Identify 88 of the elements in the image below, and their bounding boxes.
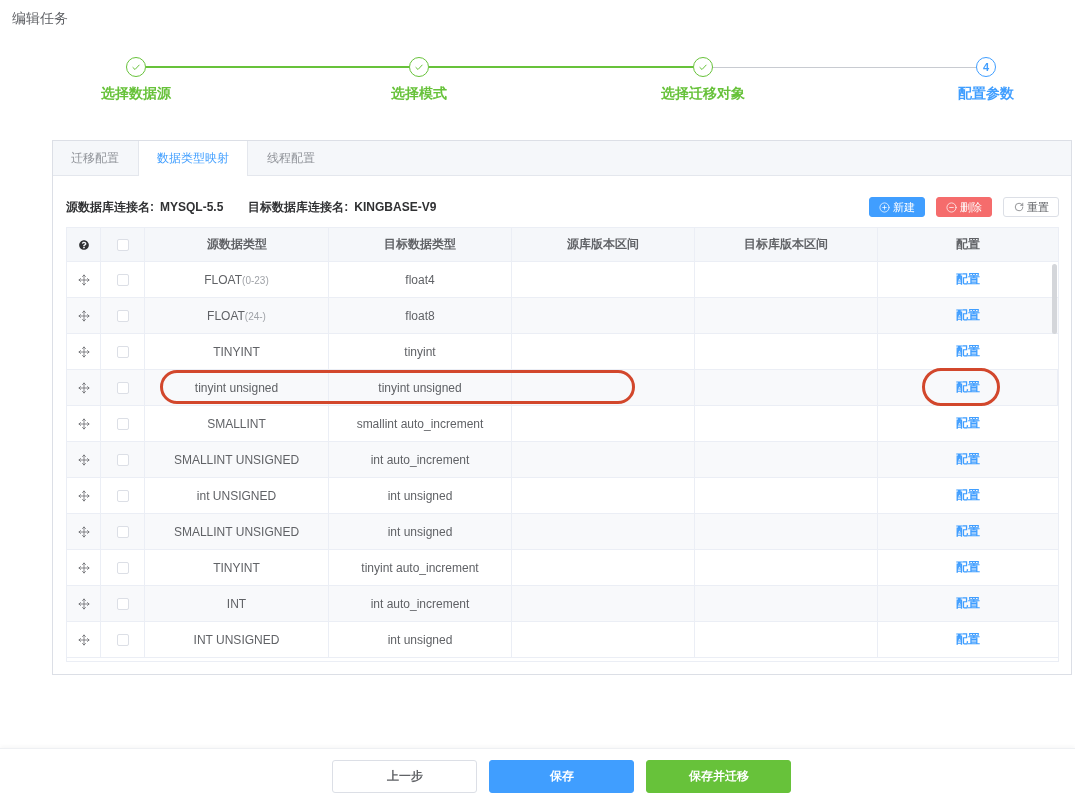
column-header: 目标库版本区间	[695, 228, 878, 261]
move-icon[interactable]	[77, 525, 90, 538]
step-label: 选择数据源	[101, 85, 171, 101]
table-cell: tinyint	[404, 344, 436, 359]
scrollbar-thumb[interactable]	[1052, 264, 1057, 334]
checkbox[interactable]	[116, 345, 129, 358]
table-cell: INT UNSIGNED	[193, 632, 280, 647]
tab[interactable]: 数据类型映射	[138, 141, 248, 176]
minus-circle-icon	[946, 201, 957, 213]
move-icon[interactable]	[77, 561, 90, 574]
checkbox[interactable]	[116, 273, 129, 286]
reset-button[interactable]: 重置	[1003, 197, 1059, 217]
table-cell: float8	[405, 308, 435, 323]
connection-name: KINGBASE-V9	[354, 200, 437, 214]
refresh-icon	[1013, 202, 1024, 212]
table-cell: FLOAT(0-23)	[204, 272, 269, 287]
help-icon[interactable]	[78, 239, 89, 250]
table-cell: FLOAT(24-)	[207, 308, 266, 323]
column-header: 目标数据类型	[329, 228, 512, 261]
step-label: 选择迁移对象	[660, 85, 745, 101]
check-circle-icon	[692, 57, 713, 77]
column-header: 配置	[955, 236, 981, 253]
step-label: 选择模式	[391, 85, 448, 101]
table-cell: float4	[405, 272, 435, 287]
table-cell: TINYINT	[213, 344, 260, 359]
checkbox[interactable]	[116, 417, 129, 430]
move-icon[interactable]	[77, 597, 90, 610]
checkbox[interactable]	[116, 525, 129, 538]
table-cell: int UNSIGNED	[196, 488, 277, 503]
move-icon[interactable]	[77, 633, 90, 646]
previous-button[interactable]: 上一步	[332, 760, 477, 793]
page-title: 编辑任务	[11, 9, 68, 26]
table-cell: smallint auto_increment	[356, 416, 484, 431]
table-cell: tinyint unsigned	[378, 380, 462, 395]
new-button[interactable]: 新建	[869, 197, 925, 217]
table-cell: TINYINT	[213, 560, 260, 575]
table-cell: INT	[226, 596, 247, 611]
config-link[interactable]: 配置	[956, 595, 980, 612]
move-icon[interactable]	[77, 489, 90, 502]
table-cell: int unsigned	[387, 524, 453, 539]
table-cell: tinyint unsigned	[194, 380, 279, 395]
step-label: 配置参数	[958, 85, 1014, 101]
tab[interactable]: 线程配置	[248, 141, 334, 176]
check-circle-icon	[126, 57, 146, 77]
config-link[interactable]: 配置	[956, 343, 980, 360]
checkbox[interactable]	[116, 381, 129, 394]
config-link[interactable]: 配置	[956, 271, 980, 288]
checkbox[interactable]	[116, 309, 129, 322]
move-icon[interactable]	[77, 309, 90, 322]
connection-label: 目标数据库连接名:	[248, 198, 349, 216]
save-button[interactable]: 保存	[489, 760, 634, 793]
table-cell: int unsigned	[387, 488, 453, 503]
checkbox[interactable]	[116, 489, 129, 502]
plus-circle-icon	[879, 201, 890, 213]
table-cell: int auto_increment	[370, 452, 470, 467]
checkbox[interactable]	[116, 453, 129, 466]
config-link[interactable]: 配置	[956, 307, 980, 324]
move-icon[interactable]	[77, 345, 90, 358]
table-cell: SMALLINT	[207, 416, 266, 431]
column-header: 源库版本区间	[512, 228, 695, 261]
save-migrate-button[interactable]: 保存并迁移	[646, 760, 791, 793]
check-circle-icon	[409, 57, 430, 77]
move-icon[interactable]	[77, 453, 90, 466]
checkbox[interactable]	[116, 633, 129, 646]
config-link[interactable]: 配置	[956, 631, 980, 648]
config-link[interactable]: 配置	[955, 379, 980, 396]
checkbox[interactable]	[116, 561, 129, 574]
checkbox[interactable]	[116, 238, 129, 251]
config-link[interactable]: 配置	[956, 559, 980, 576]
move-icon[interactable]	[77, 417, 90, 430]
config-link[interactable]: 配置	[956, 523, 980, 540]
move-icon[interactable]	[77, 381, 90, 394]
connection-label: 源数据库连接名:	[66, 198, 154, 216]
config-link[interactable]: 配置	[956, 415, 980, 432]
column-header: 源数据类型	[145, 228, 329, 261]
move-icon[interactable]	[77, 273, 90, 286]
checkbox[interactable]	[116, 597, 129, 610]
delete-button[interactable]: 删除	[936, 197, 992, 217]
table-cell: int unsigned	[387, 632, 453, 647]
table-cell: SMALLINT UNSIGNED	[173, 452, 300, 467]
config-link[interactable]: 配置	[956, 451, 980, 468]
config-link[interactable]: 配置	[956, 487, 980, 504]
step-number: 4	[976, 57, 996, 77]
tab[interactable]: 迁移配置	[53, 141, 138, 176]
table-cell: tinyint auto_increment	[361, 560, 479, 575]
connection-name: MYSQL-5.5	[160, 200, 224, 214]
table-cell: SMALLINT UNSIGNED	[173, 524, 300, 539]
table-cell: int auto_increment	[370, 596, 470, 611]
